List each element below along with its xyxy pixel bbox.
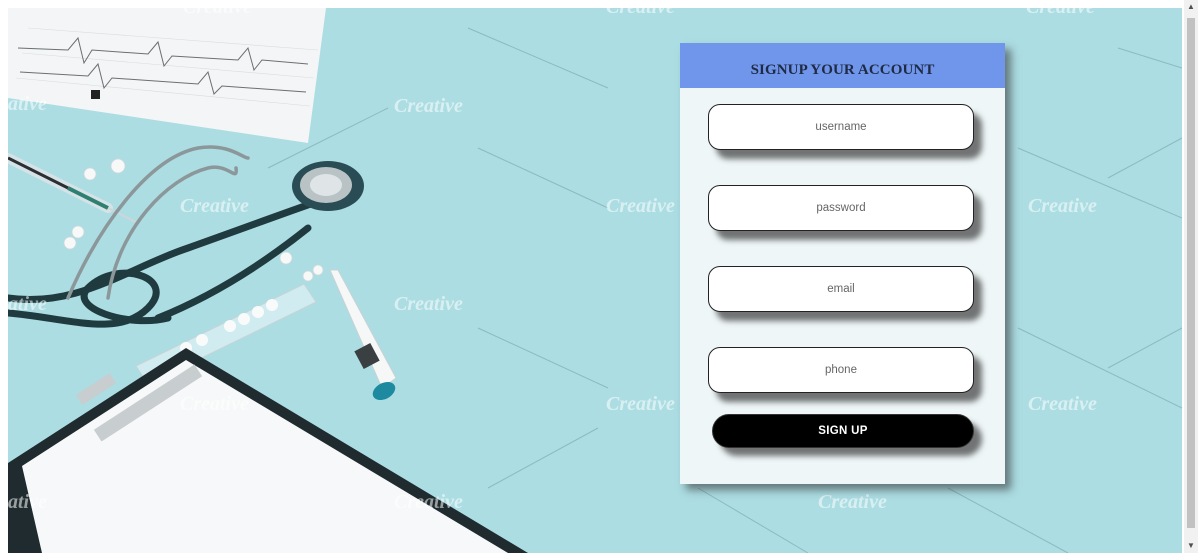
medical-background-illustration: Creative Creative Creative Creative Crea… xyxy=(8,8,1182,553)
watermark-text: Creative xyxy=(183,8,252,18)
watermark-text: Creative xyxy=(394,293,463,315)
clipboard-illustration xyxy=(8,348,528,553)
watermark-text: Creative xyxy=(606,8,675,18)
background-image: Creative Creative Creative Creative Crea… xyxy=(8,8,1182,553)
username-input[interactable] xyxy=(708,104,974,150)
watermark-text: Creative xyxy=(180,195,249,217)
watermark-text: Creative xyxy=(1026,8,1095,18)
signup-card-header: SIGNUP YOUR ACCOUNT xyxy=(680,43,1005,88)
signup-card: SIGNUP YOUR ACCOUNT SIGN UP xyxy=(680,43,1005,484)
signup-button[interactable]: SIGN UP xyxy=(712,414,974,448)
watermark-text: Creative xyxy=(606,393,675,415)
watermark-text: Creative xyxy=(818,491,887,513)
watermark-text: Creative xyxy=(1028,393,1097,415)
page: Creative Creative Creative Creative Crea… xyxy=(0,0,1198,553)
password-input[interactable] xyxy=(708,185,974,231)
watermark-text: Creative xyxy=(8,93,47,115)
phone-input[interactable] xyxy=(708,347,974,393)
stethoscope-chestpiece xyxy=(292,161,364,211)
scrollbar-thumb[interactable] xyxy=(1187,18,1195,528)
watermark-text: Creative xyxy=(8,293,47,315)
scroll-up-icon[interactable]: ▲ xyxy=(1184,0,1198,14)
watermark-text: Creative xyxy=(1028,195,1097,217)
signup-title: SIGNUP YOUR ACCOUNT xyxy=(750,62,935,78)
ecg-paper-illustration xyxy=(8,8,326,143)
email-input[interactable] xyxy=(708,266,974,312)
watermark-text: Creative xyxy=(180,393,249,415)
watermark-text: Creative xyxy=(606,195,675,217)
watermark-text: Creative xyxy=(394,95,463,117)
vertical-scrollbar[interactable]: ▲ ▼ xyxy=(1184,0,1198,553)
watermark-text: Creative xyxy=(394,491,463,513)
scroll-down-icon[interactable]: ▼ xyxy=(1184,539,1198,553)
watermark-text: Creative xyxy=(8,491,47,513)
thermometer-illustration xyxy=(329,269,397,401)
